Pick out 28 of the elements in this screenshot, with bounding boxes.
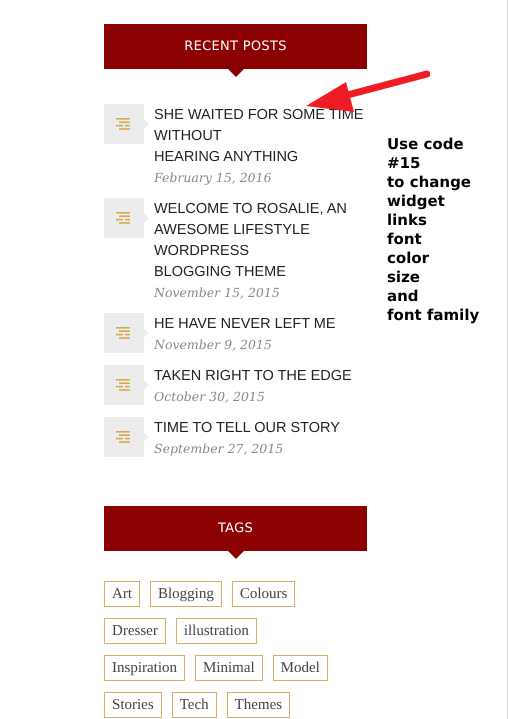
text-lines-icon bbox=[116, 118, 132, 130]
widget-title: RECENT POSTS bbox=[184, 39, 287, 54]
post-date: February 15, 2016 bbox=[154, 169, 273, 187]
post-title-link[interactable]: HE HAVE NEVER LEFT ME bbox=[154, 314, 369, 335]
tag-link[interactable]: Tech bbox=[172, 692, 217, 718]
post-date: September 27, 2015 bbox=[154, 440, 284, 458]
tag-link[interactable]: Blogging bbox=[150, 581, 222, 607]
text-lines-icon bbox=[116, 212, 132, 224]
tag-link[interactable]: Model bbox=[272, 655, 328, 681]
widget-title: TAGS bbox=[218, 521, 254, 536]
tag-link[interactable]: Colours bbox=[232, 581, 296, 607]
post-title-link[interactable]: TIME TO TELL OUR STORY bbox=[154, 418, 369, 439]
post-date: November 9, 2015 bbox=[154, 336, 273, 354]
text-lines-icon bbox=[116, 379, 132, 391]
tag-link[interactable]: illustration bbox=[176, 618, 257, 644]
text-lines-icon bbox=[116, 327, 132, 339]
text-lines-icon bbox=[116, 431, 132, 443]
post-title-link[interactable]: WELCOME TO ROSALIE, AN AWESOME LIFESTYLE WORDPRESS BLOGGING THEME bbox=[154, 199, 369, 283]
tag-link[interactable]: Minimal bbox=[195, 655, 263, 681]
tag-link[interactable]: Themes bbox=[226, 692, 290, 718]
tag-link[interactable]: Inspiration bbox=[104, 655, 185, 681]
tag-link[interactable]: Dresser bbox=[104, 618, 166, 644]
tag-link[interactable]: Stories bbox=[104, 692, 162, 718]
tag-link[interactable]: Art bbox=[104, 581, 140, 607]
post-title-link[interactable]: TAKEN RIGHT TO THE EDGE bbox=[154, 366, 369, 387]
post-date: October 30, 2015 bbox=[154, 388, 266, 406]
annotation-text: Use code #15 to change widget links font color size and font family bbox=[387, 135, 480, 325]
post-date: November 15, 2015 bbox=[154, 284, 281, 302]
